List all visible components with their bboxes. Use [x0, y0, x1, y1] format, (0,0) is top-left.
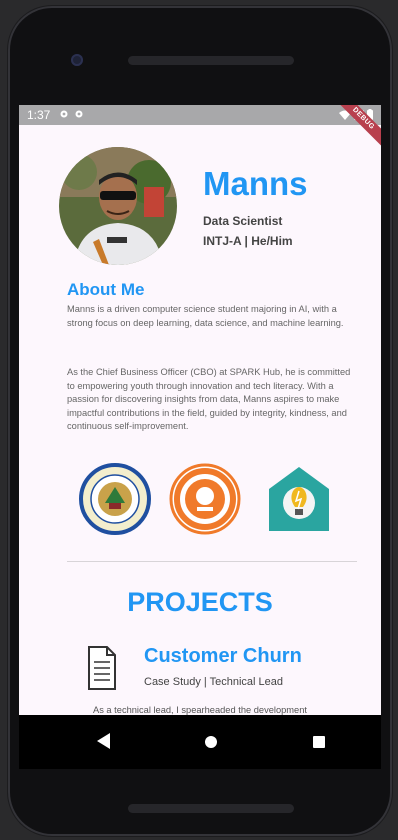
front-camera [71, 54, 83, 66]
status-bar: 1:37 DEBUG [19, 105, 381, 152]
org-seal-logo [169, 463, 241, 535]
project-description: As a technical lead, I spearheaded the d… [93, 705, 307, 715]
affiliation-logos [19, 463, 381, 543]
about-paragraph: Manns is a driven computer science stude… [67, 304, 344, 328]
recent-apps-icon[interactable] [313, 736, 325, 748]
profile-personality: INTJ-A | He/Him [203, 234, 293, 248]
home-icon[interactable] [205, 736, 217, 748]
settings-gear-icon [60, 110, 68, 118]
section-divider [67, 561, 357, 562]
top-speaker [128, 56, 294, 65]
app-screen: 1:37 DEBUG Manns Data Scientist INTJ-A |… [19, 105, 381, 769]
profile-role: Data Scientist [203, 214, 283, 228]
document-icon [88, 646, 116, 690]
spark-hub-logo [269, 467, 329, 531]
university-seal-logo [79, 463, 151, 535]
profile-name: Manns [203, 165, 308, 202]
settings-gear-icon [75, 110, 83, 118]
back-icon[interactable] [97, 733, 111, 749]
bottom-speaker [128, 804, 294, 813]
about-heading: About Me [67, 280, 145, 299]
status-time: 1:37 [27, 108, 51, 122]
about-paragraph: As the Chief Business Officer (CBO) at S… [67, 367, 351, 431]
projects-heading: PROJECTS [127, 587, 273, 617]
project-meta: Case Study | Technical Lead [144, 676, 284, 688]
profile-content[interactable]: Manns Data Scientist INTJ-A | He/Him Abo… [19, 125, 381, 715]
system-nav-bar [19, 715, 381, 769]
phone-frame: 1:37 DEBUG Manns Data Scientist INTJ-A |… [8, 6, 392, 836]
project-title[interactable]: Customer Churn [144, 645, 302, 668]
profile-avatar [59, 147, 177, 265]
